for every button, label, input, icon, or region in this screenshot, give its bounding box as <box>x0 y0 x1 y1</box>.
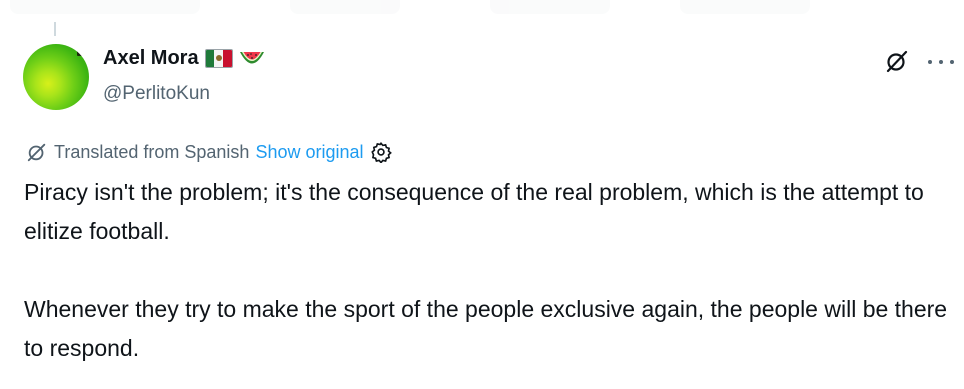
tweet-paragraph: Piracy isn't the problem; it's the conse… <box>24 179 924 244</box>
avatar[interactable] <box>23 44 89 110</box>
author-name-row: Axel Mora <box>103 47 265 70</box>
watermelon-emoji <box>239 51 264 63</box>
tweet-text: Piracy isn't the problem; it's the conse… <box>24 173 954 368</box>
grok-translate-icon <box>27 143 46 162</box>
grok-icon[interactable] <box>884 48 910 74</box>
gear-icon[interactable] <box>370 141 392 163</box>
show-original-link[interactable]: Show original <box>255 142 363 163</box>
translated-label: Translated from Spanish <box>54 141 250 162</box>
translation-bar: Translated from Spanish Show original <box>26 141 392 163</box>
tweet-paragraph: Whenever they try to make the sport of t… <box>24 296 948 361</box>
mexico-flag-emoji <box>204 49 233 68</box>
author-handle[interactable]: @PerlitoKun <box>103 83 210 105</box>
thread-connector-line <box>54 22 56 36</box>
more-options-icon[interactable] <box>928 55 954 69</box>
author-display-name[interactable]: Axel Mora <box>103 47 199 70</box>
previous-content-fade <box>0 0 964 22</box>
